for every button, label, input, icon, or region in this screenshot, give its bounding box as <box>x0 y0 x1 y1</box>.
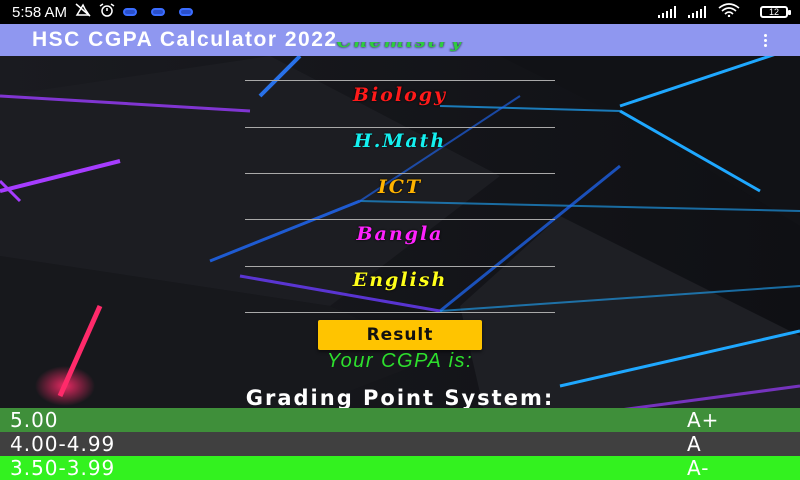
notification-icon <box>151 8 166 16</box>
subject-input-hmath[interactable] <box>245 173 555 174</box>
grading-title: Grading Point System: <box>245 386 555 410</box>
subject-input-biology[interactable] <box>245 127 555 128</box>
grade-range: 5.00 <box>10 408 59 432</box>
signal-icon <box>658 6 676 18</box>
signal-icon <box>688 6 706 18</box>
grade-row: 5.00 A+ <box>0 408 800 432</box>
grade-row: 4.00-4.99 A <box>0 432 800 456</box>
subject-label-biology: Biology <box>352 84 448 106</box>
subject-label-hmath: H.Math <box>353 130 447 152</box>
subject-label-bangla: Bangla <box>356 223 444 245</box>
subject-input-english[interactable] <box>245 312 555 313</box>
wifi-icon <box>718 3 740 21</box>
status-time: 5:58 AM <box>12 3 68 21</box>
subject-input-ict[interactable] <box>245 219 555 220</box>
notification-icon <box>123 8 138 16</box>
result-button[interactable]: Result <box>318 320 482 350</box>
status-bar: 5:58 AM 12 <box>0 0 800 24</box>
battery-icon: 12 <box>760 6 791 18</box>
grade-range: 4.00-4.99 <box>10 432 116 456</box>
mute-icon <box>75 3 91 21</box>
subject-label-ict: ICT <box>377 176 423 198</box>
grade-letter: A+ <box>687 408 720 432</box>
overflow-menu-icon[interactable] <box>764 33 768 47</box>
grade-range: 3.50-3.99 <box>10 456 116 480</box>
subject-input-chemistry[interactable] <box>245 80 555 81</box>
subject-input-bangla[interactable] <box>245 266 555 267</box>
grade-letter: A <box>687 432 702 456</box>
grade-letter: A- <box>687 456 710 480</box>
grade-row: 3.50-3.99 A- <box>0 456 800 480</box>
subject-label-english: English <box>352 269 448 291</box>
notification-icon <box>179 8 194 16</box>
cgpa-label: Your CGPA is: <box>326 350 474 372</box>
alarm-icon <box>99 3 115 21</box>
battery-level: 12 <box>768 7 779 17</box>
